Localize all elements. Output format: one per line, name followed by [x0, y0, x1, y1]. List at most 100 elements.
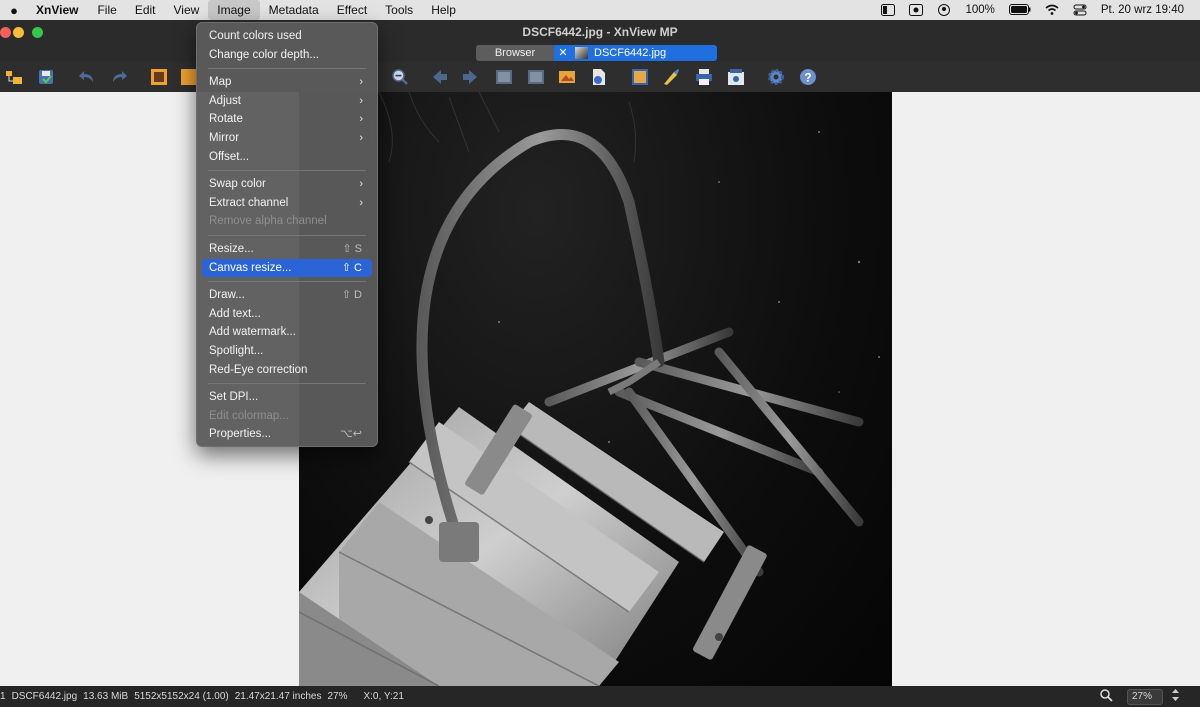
- save-icon[interactable]: [37, 68, 55, 86]
- tab-image-label: DSCF6442.jpg: [594, 47, 667, 59]
- battery-icon[interactable]: [1008, 4, 1031, 16]
- zoom-out-icon[interactable]: [391, 68, 409, 86]
- menu-item-add-watermark[interactable]: Add watermark...: [202, 323, 372, 342]
- menu-item-red-eye-correction[interactable]: Red-Eye correction: [202, 361, 372, 380]
- first-image-icon[interactable]: [495, 68, 513, 86]
- image-menu-dropdown: Count colors used Change color depth... Ma…: [196, 22, 378, 447]
- menu-metadata[interactable]: Metadata: [260, 0, 328, 20]
- image-info-icon[interactable]: [589, 68, 607, 86]
- chevron-right-icon: ›: [359, 113, 363, 126]
- zoom-window-button[interactable]: [32, 27, 43, 38]
- menu-item-extract-channel[interactable]: Extract channel ›: [202, 194, 372, 213]
- menu-item-offset[interactable]: Offset...: [202, 148, 372, 167]
- menu-tools[interactable]: Tools: [376, 0, 422, 20]
- menu-item-label: Properties...: [209, 428, 271, 441]
- menu-help[interactable]: Help: [422, 0, 465, 20]
- redo-icon[interactable]: [110, 68, 128, 86]
- image-viewer[interactable]: [0, 92, 1200, 686]
- status-zoom: 27%: [327, 691, 348, 702]
- photo-pool-ladder: [299, 92, 892, 686]
- menu-item-adjust[interactable]: Adjust ›: [202, 92, 372, 111]
- menu-item-mirror[interactable]: Mirror ›: [202, 129, 372, 148]
- menu-item-properties[interactable]: Properties... ⌥↩: [202, 425, 372, 444]
- menu-separator: [208, 234, 366, 236]
- menu-item-label: Swap color: [209, 178, 266, 191]
- menu-item-label: Set DPI...: [209, 391, 259, 404]
- window-tile-icon[interactable]: [881, 4, 896, 16]
- tab-image[interactable]: ✕ DSCF6442.jpg: [554, 45, 717, 61]
- menu-item-shortcut: ⌥↩: [340, 428, 362, 441]
- battery-percent: 100%: [965, 4, 995, 16]
- menu-item-change-color-depth[interactable]: Change color depth...: [202, 46, 372, 65]
- menu-separator: [208, 281, 366, 283]
- last-image-icon[interactable]: [527, 68, 545, 86]
- menu-item-label: Spotlight...: [209, 344, 264, 357]
- menu-edit[interactable]: Edit: [126, 0, 165, 20]
- user-account-icon[interactable]: [937, 4, 951, 16]
- menu-view[interactable]: View: [165, 0, 209, 20]
- menu-item-label: Change color depth...: [209, 48, 319, 61]
- menu-item-shortcut: ⇧ C: [341, 261, 362, 274]
- menu-item-label: Mirror: [209, 131, 240, 144]
- menu-item-label: Remove alpha channel: [209, 215, 327, 228]
- zoom-stepper-icon[interactable]: [1171, 688, 1186, 705]
- settings-icon[interactable]: [767, 68, 785, 86]
- menu-item-label: Edit colormap...: [209, 409, 289, 422]
- menu-app-name[interactable]: XnView: [28, 3, 88, 17]
- wifi-icon[interactable]: [1045, 4, 1059, 16]
- crop-icon[interactable]: [631, 68, 649, 86]
- menu-file[interactable]: File: [88, 0, 125, 20]
- apple-icon[interactable]: ●: [0, 3, 28, 18]
- menu-item-label: Add watermark...: [209, 326, 296, 339]
- open-folder-icon[interactable]: [5, 68, 23, 86]
- undo-icon[interactable]: [78, 68, 96, 86]
- menu-item-draw[interactable]: Draw... ⇧ D: [202, 286, 372, 305]
- menu-item-map[interactable]: Map ›: [202, 73, 372, 92]
- menu-item-shortcut: ⇧ S: [342, 242, 362, 255]
- tab-thumbnail: [575, 47, 588, 59]
- menu-effect[interactable]: Effect: [328, 0, 376, 20]
- menu-image[interactable]: Image: [208, 0, 260, 20]
- control-center-icon[interactable]: [1073, 4, 1087, 16]
- status-filename: DSCF6442.jpg: [11, 691, 78, 702]
- help-icon[interactable]: ?: [799, 68, 817, 86]
- menu-item-spotlight[interactable]: Spotlight...: [202, 342, 372, 361]
- menu-item-resize[interactable]: Resize... ⇧ S: [202, 240, 372, 259]
- close-tab-icon[interactable]: ✕: [554, 45, 572, 61]
- slideshow-icon[interactable]: [558, 68, 576, 86]
- menu-item-label: Adjust: [209, 94, 241, 107]
- menu-item-label: Add text...: [209, 307, 261, 320]
- minimize-window-button[interactable]: [13, 27, 24, 38]
- screenshot-icon[interactable]: [909, 4, 924, 16]
- menu-item-count-colors-used[interactable]: Count colors used: [202, 27, 372, 46]
- zoom-value-field[interactable]: 27%: [1127, 688, 1163, 705]
- menu-item-canvas-resize[interactable]: Canvas resize... ⇧ C: [202, 258, 372, 278]
- status-coords: X:0, Y:21: [363, 691, 404, 702]
- menu-item-set-dpi[interactable]: Set DPI...: [202, 388, 372, 407]
- zoom-control: 27%: [1100, 688, 1186, 705]
- menu-item-label: Extract channel: [209, 196, 289, 209]
- clock[interactable]: Pt. 20 wrz 19:40: [1101, 4, 1184, 16]
- capture-icon[interactable]: [727, 68, 745, 86]
- prev-icon[interactable]: [431, 68, 449, 86]
- menu-item-label: Red-Eye correction: [209, 363, 308, 376]
- edit-brush-icon[interactable]: [662, 68, 680, 86]
- menu-item-add-text[interactable]: Add text...: [202, 305, 372, 324]
- status-bar: 1 DSCF6442.jpg 13.63 MiB 5152x5152x24 (1…: [0, 686, 1200, 707]
- tab-bar: Browser ✕ DSCF6442.jpg: [0, 44, 1200, 62]
- print-icon[interactable]: [695, 68, 713, 86]
- toolbar: ?: [0, 62, 1200, 92]
- menu-separator: [208, 68, 366, 70]
- tab-browser[interactable]: Browser: [476, 45, 554, 61]
- menu-item-label: Draw...: [209, 289, 245, 302]
- chevron-right-icon: ›: [359, 76, 363, 89]
- close-window-button[interactable]: [0, 27, 11, 38]
- fit-window-icon[interactable]: [150, 68, 168, 86]
- next-icon[interactable]: [461, 68, 479, 86]
- menu-item-rotate[interactable]: Rotate ›: [202, 110, 372, 129]
- menu-item-swap-color[interactable]: Swap color ›: [202, 175, 372, 194]
- window-title: DSCF6442.jpg - XnView MP: [522, 25, 678, 39]
- mac-menu-bar: ● XnView File Edit View Image Metadata E…: [0, 0, 1200, 20]
- menu-item-label: Resize...: [209, 242, 254, 255]
- zoom-magnifier-icon[interactable]: [1100, 688, 1119, 705]
